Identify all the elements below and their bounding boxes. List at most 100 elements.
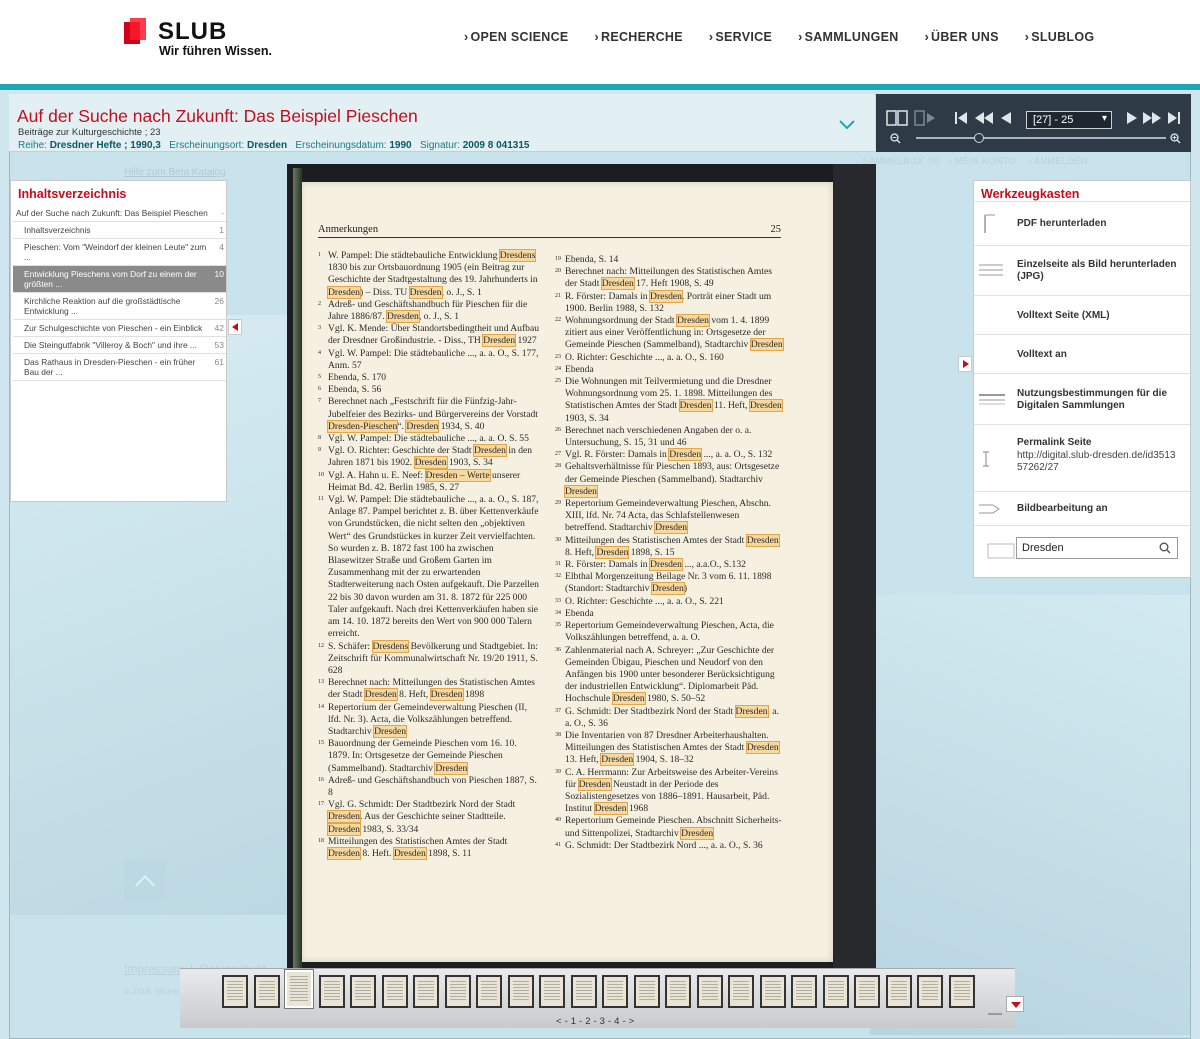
thumbnail-toggle-button[interactable]: [1006, 996, 1024, 1012]
page-thumbnail[interactable]: [917, 975, 943, 1008]
page-thumbnail[interactable]: [285, 970, 313, 1008]
scan-heading: Anmerkungen: [318, 224, 379, 235]
first-page-icon[interactable]: [954, 111, 968, 125]
tool-collapse-button[interactable]: [958, 356, 972, 372]
tool-edit-image[interactable]: Bildbearbeitung an: [974, 491, 1190, 525]
search-hit-highlight: Dresden: [611, 692, 646, 706]
toc-item[interactable]: Pieschen: Vom "Weindorf der kleinen Leut…: [13, 239, 226, 266]
footnote-number: 29: [555, 500, 561, 507]
search-hit-highlight: Dresden-Pieschen: [326, 419, 399, 433]
footnote-number: 19: [555, 256, 561, 262]
footnote-number: 20: [555, 268, 561, 275]
link-icon: [977, 449, 1007, 469]
page-thumbnail[interactable]: [253, 975, 280, 1008]
tool-image[interactable]: Einzelseite als Bild herunterladen (JPG): [974, 245, 1190, 295]
double-page-icon[interactable]: [886, 110, 908, 126]
tool-xml[interactable]: Volltext Seite (XML): [974, 295, 1190, 334]
search-hit-highlight: Dresden: [680, 826, 715, 840]
chevron-down-icon[interactable]: [839, 120, 855, 130]
page-thumbnail[interactable]: [633, 975, 660, 1008]
pager-page-4[interactable]: 4: [614, 1016, 619, 1027]
page-thumbnail[interactable]: [948, 975, 975, 1008]
toc-item[interactable]: Entwicklung Pieschens vom Dorf zu einem …: [13, 266, 226, 293]
footnote-number: 10: [318, 471, 324, 478]
pager-page-3[interactable]: 3: [600, 1016, 605, 1027]
footnote-text: S. Schäfer: Dresdens Bevölkerung und Sta…: [328, 639, 538, 676]
nav-item-service[interactable]: SERVICE: [709, 30, 772, 44]
nav-item-open-science[interactable]: OPEN SCIENCE: [464, 30, 569, 44]
footnote: 30 Mitteilungen des Statistischen Amtes d…: [555, 533, 783, 559]
footnote-text: C. A. Herrmann: Zur Arbeitsweise des Arb…: [565, 766, 778, 816]
last-page-icon[interactable]: [1167, 111, 1181, 125]
toc-item[interactable]: Inhaltsverzeichnis 1: [13, 222, 226, 239]
page-thumbnail[interactable]: [350, 975, 376, 1008]
nav-item-über-uns[interactable]: ÜBER UNS: [925, 30, 999, 44]
prev-page-icon[interactable]: [1000, 111, 1012, 125]
logo-text[interactable]: SLUB: [158, 18, 227, 46]
page-thumbnail[interactable]: [413, 975, 439, 1008]
page-thumbnail[interactable]: [539, 975, 565, 1008]
tool-license[interactable]: Nutzungsbestimmungen für die Digitalen S…: [974, 373, 1190, 424]
search-icon[interactable]: [1159, 542, 1171, 554]
page-thumbnail[interactable]: [822, 975, 849, 1008]
footnote-text: G. Schmidt: Der Stadtbezirk Nord ..., a.…: [565, 839, 763, 851]
fast-forward-icon[interactable]: [1142, 111, 1162, 125]
zoom-slider-handle[interactable]: [974, 133, 984, 143]
footnote-text: Ebenda, S. 170: [328, 372, 387, 384]
footnote-text: Vgl. W. Pampel: Die städtebauliche ..., …: [328, 433, 529, 445]
footnote: 8 Vgl. W. Pampel: Die städtebauliche ...,…: [318, 433, 540, 445]
toc-collapse-button[interactable]: [228, 319, 242, 335]
page-thumbnail[interactable]: [602, 975, 628, 1008]
toc-item[interactable]: Zur Schulgeschichte von Pieschen - ein E…: [13, 320, 226, 337]
toc-item[interactable]: Das Rathaus in Dresden-Pieschen - ein fr…: [13, 354, 226, 381]
tool-fulltext[interactable]: Volltext an: [974, 334, 1190, 373]
page-thumbnail[interactable]: [791, 975, 817, 1008]
search-hit-highlight: Dresden – Werte: [424, 468, 491, 482]
fulltext-search-input[interactable]: [1016, 537, 1178, 559]
page-thumbnail[interactable]: [222, 975, 248, 1008]
thumbnail-resize-handle[interactable]: [988, 1013, 1002, 1015]
page-select[interactable]: [27] - 25: [1026, 111, 1112, 129]
footnote-number: 8: [318, 435, 321, 442]
search-hit-highlight: Dresden: [748, 399, 783, 413]
pager-symbol[interactable]: <: [556, 1016, 562, 1027]
pager-page-1[interactable]: 1: [571, 1016, 576, 1027]
tool-link[interactable]: Permalink Seite http://digital.slub-dresd…: [974, 424, 1190, 491]
page-thumbnail[interactable]: [728, 975, 754, 1008]
pager-symbol[interactable]: >: [629, 1016, 635, 1027]
toc-item[interactable]: Kirchliche Reaktion auf die großstädtisc…: [13, 293, 226, 320]
page-thumbnail[interactable]: [318, 975, 345, 1008]
page-thumbnail[interactable]: [570, 975, 597, 1008]
ghost-konto: › Mein Konto: [948, 156, 1017, 166]
next-page-icon[interactable]: [1126, 111, 1138, 125]
page-thumbnail[interactable]: [759, 975, 786, 1008]
zoom-in-icon[interactable]: [1170, 133, 1181, 144]
toc-item[interactable]: Die Steingutfabrik "Villeroy & Boch" und…: [13, 337, 226, 354]
nav-item-recherche[interactable]: RECHERCHE: [595, 30, 683, 44]
tool-heading: Werkzeugkasten: [981, 187, 1080, 201]
page-thumbnail[interactable]: [444, 975, 471, 1008]
search-hit-highlight: Dresden: [373, 724, 408, 738]
page-thumbnail[interactable]: [665, 975, 691, 1008]
nav-item-slublog[interactable]: SLUBLOG: [1025, 30, 1095, 44]
footnote-text: G. Schmidt: Der Stadtbezirk Nord der Sta…: [565, 704, 779, 729]
nav-item-sammlungen[interactable]: SAMMLUNGEN: [798, 30, 899, 44]
footnote: 14 Repertorium der Gemeindeverwaltung Pie…: [318, 702, 540, 739]
permalink-url[interactable]: http://digital.slub-dresden.de/id3513572…: [1017, 450, 1177, 474]
fast-back-icon[interactable]: [974, 111, 994, 125]
pager-page-2[interactable]: 2: [585, 1016, 590, 1027]
page-thumbnail[interactable]: [696, 975, 723, 1008]
zoom-slider-track[interactable]: [916, 137, 1166, 139]
page-thumbnail[interactable]: [507, 975, 534, 1008]
search-hit-highlight: Dresden: [577, 777, 612, 791]
search-hit-highlight: Dresden: [734, 704, 769, 718]
zoom-out-icon[interactable]: [890, 133, 901, 144]
page-thumbnail[interactable]: [854, 975, 880, 1008]
page-thumbnail[interactable]: [381, 975, 408, 1008]
toc-item[interactable]: Auf der Suche nach Zukunft: Das Beispiel…: [13, 205, 226, 222]
slub-logo-mark[interactable]: [124, 18, 146, 44]
tool-pdf[interactable]: PDF herunterladen: [974, 201, 1190, 245]
toc-item-label: Auf der Suche nach Zukunft: Das Beispiel…: [16, 208, 208, 218]
page-thumbnail[interactable]: [476, 975, 502, 1008]
page-thumbnail[interactable]: [885, 975, 912, 1008]
